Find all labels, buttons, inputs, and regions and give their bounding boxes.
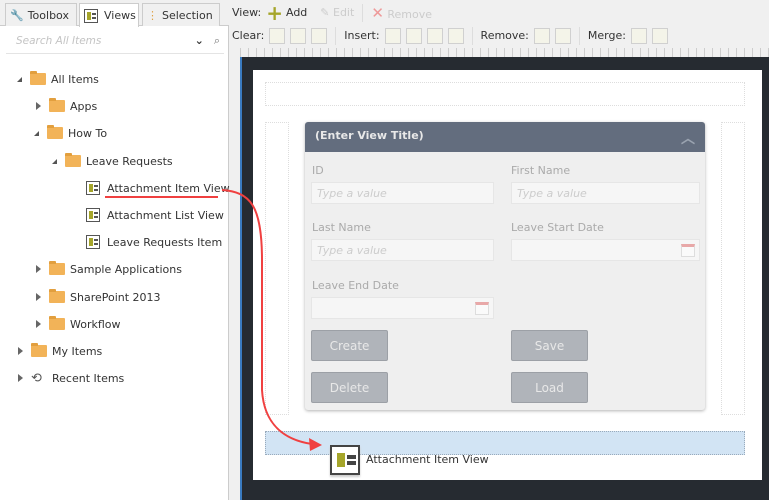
drag-arrow: [105, 189, 322, 451]
arrow-path: [221, 189, 313, 445]
arrow-head-icon: [309, 438, 322, 451]
